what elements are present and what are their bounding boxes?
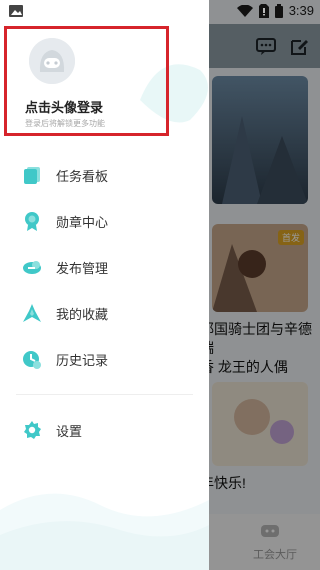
menu-item-label: 任务看板 [56, 168, 109, 184]
gallery-notification-icon [9, 5, 23, 17]
menu-item-my-favorites[interactable]: 我的收藏 [0, 290, 209, 336]
medal-icon [25, 212, 39, 231]
drawer-bottom-decoration [0, 493, 209, 570]
menu-item-settings[interactable]: 设置 [0, 407, 209, 453]
menu-item-label: 历史记录 [56, 352, 109, 368]
login-prompt[interactable]: 点击头像登录 [25, 97, 103, 116]
menu-item-label: 发布管理 [56, 260, 109, 276]
menu-item-history[interactable]: 历史记录 [0, 336, 209, 382]
menu-item-task-board[interactable]: 任务看板 [0, 152, 209, 198]
gear-icon [24, 421, 41, 439]
avatar[interactable] [29, 38, 75, 84]
drawer-menu: 任务看板 勋章中心 发布管理 我的收藏 历史记录 设置 [0, 152, 209, 453]
clock: 3:39 [288, 3, 314, 18]
history-icon [23, 351, 41, 369]
publish-icon [23, 261, 41, 274]
login-hint: 登录后将解锁更多功能 [25, 119, 105, 128]
sim-alert-icon [258, 3, 269, 18]
menu-item-publish-management[interactable]: 发布管理 [0, 244, 209, 290]
menu-item-medal-center[interactable]: 勋章中心 [0, 198, 209, 244]
battery-icon [274, 3, 283, 18]
menu-divider [16, 394, 193, 395]
menu-item-label: 我的收藏 [56, 306, 109, 322]
profile-section[interactable]: 点击头像登录 登录后将解锁更多功能 [4, 26, 169, 136]
default-avatar-icon [29, 38, 75, 84]
navigation-drawer: 点击头像登录 登录后将解锁更多功能 任务看板 勋章中心 发布管理 我的收藏 历史… [0, 0, 209, 570]
menu-item-label: 设置 [56, 423, 83, 439]
status-bar: 3:39 [0, 0, 320, 24]
menu-item-label: 勋章中心 [56, 214, 109, 230]
task-board-icon [24, 167, 40, 184]
star-icon [23, 304, 41, 322]
wifi-icon [236, 4, 253, 17]
